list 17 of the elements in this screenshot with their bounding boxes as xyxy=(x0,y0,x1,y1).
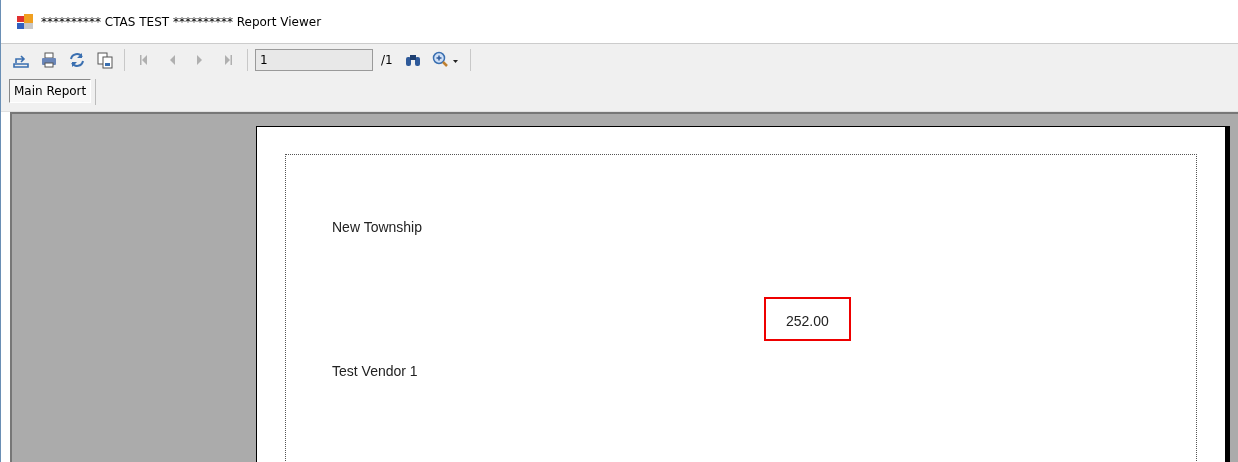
app-icon xyxy=(17,13,33,30)
zoom-in-icon xyxy=(431,51,460,69)
highlighted-amount: 252.00 xyxy=(764,297,851,341)
next-page-icon xyxy=(196,54,204,66)
report-tab[interactable]: Main Report xyxy=(9,79,92,103)
previous-page-icon xyxy=(168,54,176,66)
printer-icon xyxy=(40,51,58,69)
copy-icon xyxy=(96,51,114,69)
last-page-icon xyxy=(223,54,233,66)
binoculars-icon xyxy=(403,52,422,68)
report-field: Test Vendor 1 xyxy=(332,363,418,379)
page-total: /1 xyxy=(381,53,393,67)
refresh-icon xyxy=(68,51,86,69)
page-number-field[interactable]: 1 xyxy=(255,49,373,71)
window-title: ********** CTAS TEST ********** Report Viewer xyxy=(41,14,322,29)
report-field: New Township xyxy=(332,219,422,235)
first-page-icon xyxy=(139,54,149,66)
